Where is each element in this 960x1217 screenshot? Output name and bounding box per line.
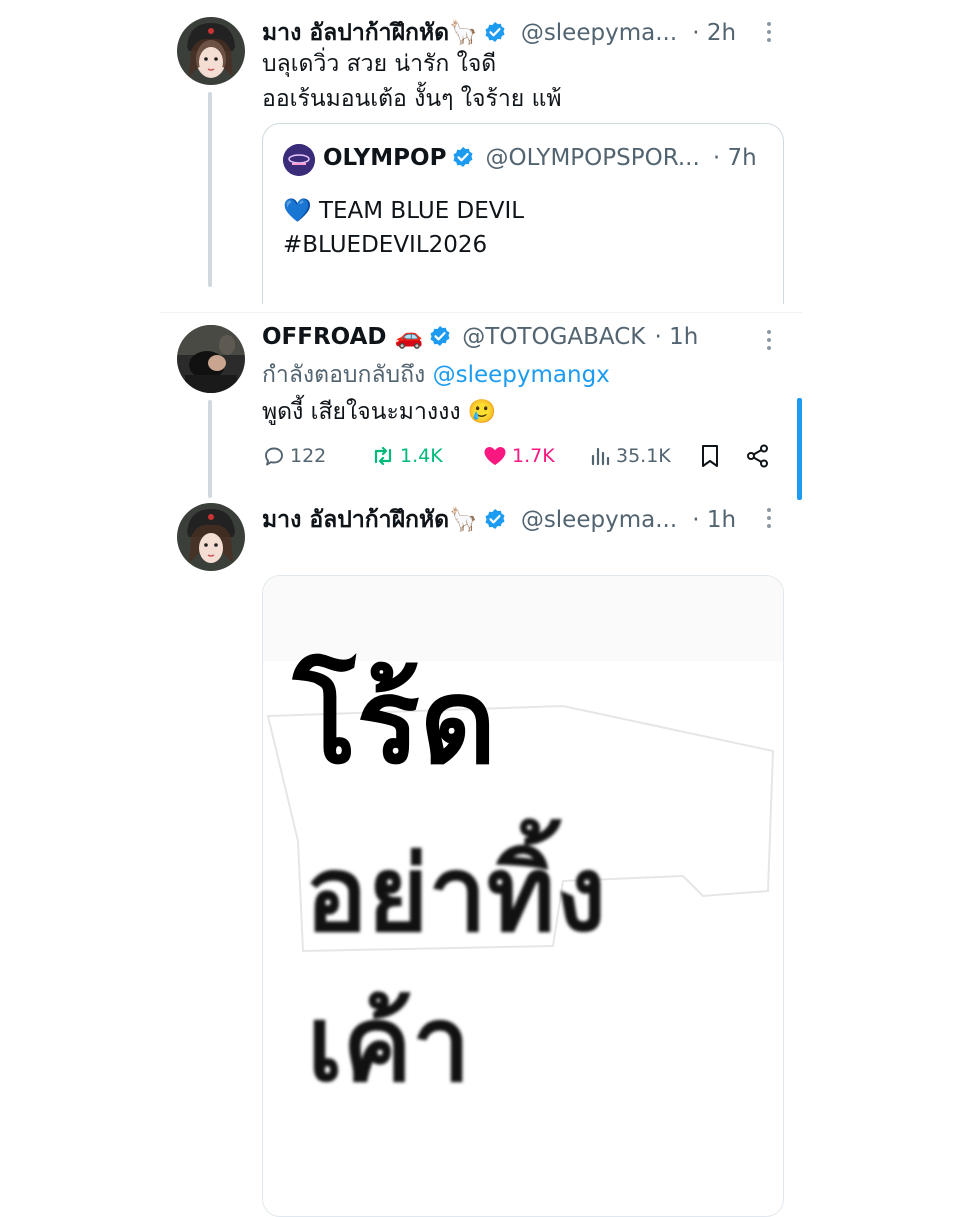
reply-to-link[interactable]: @sleepymangx	[433, 362, 610, 388]
divider	[160, 312, 802, 313]
avatar[interactable]	[177, 503, 245, 571]
quote-handle: @OLYMPOPSPOR...	[485, 145, 700, 171]
share-icon	[747, 444, 768, 468]
more-icon[interactable]	[767, 508, 773, 532]
timestamp[interactable]: · 1h	[692, 507, 736, 533]
avatar[interactable]	[177, 325, 245, 393]
thread-line	[208, 400, 212, 498]
display-name[interactable]: มาง อัลปาก้าฝึกหัด🦙	[262, 507, 478, 533]
display-name[interactable]: OFFROAD 🚗	[262, 324, 423, 350]
handle[interactable]: @sleepyma...	[521, 20, 677, 46]
image-text-line-2: อย่าทิ้ง	[305, 833, 607, 955]
image-text-line-1: โร้ด	[293, 652, 497, 790]
repost-icon	[374, 446, 392, 466]
repost-button[interactable]: 1.4K	[370, 443, 443, 469]
tweet-header: OFFROAD 🚗 @TOTOGABACK · 1h	[262, 323, 698, 350]
handle[interactable]: @sleepyma...	[521, 507, 677, 533]
quote-timestamp: · 7h	[712, 145, 757, 171]
quote-avatar	[283, 144, 315, 176]
timestamp[interactable]: · 2h	[692, 20, 736, 46]
bookmark-button[interactable]	[699, 443, 721, 469]
like-count: 1.7K	[512, 445, 555, 467]
share-button[interactable]	[745, 443, 771, 469]
verified-badge-icon	[452, 146, 474, 168]
display-name[interactable]: มาง อัลปาก้าฝึกหัด🦙	[262, 20, 478, 46]
reply-button[interactable]: 122	[262, 443, 326, 469]
avatar[interactable]	[177, 17, 245, 85]
reply-prefix: กำลังตอบกลับถึง	[262, 362, 426, 388]
quote-header: OLYMPOP @OLYMPOPSPOR... · 7h	[323, 145, 757, 171]
tweet-image[interactable]: โร้ด อย่าทิ้ง เค้า	[262, 575, 784, 1217]
tweet-text-line-2: ออเร้นมอนเต้อ งั้นๆ ใจร้าย แพ้	[262, 86, 562, 112]
tweet-header: มาง อัลปาก้าฝึกหัด🦙 @sleepyma... · 2h	[262, 15, 736, 51]
tweet-text-line-1: บลุเดวิ่ว สวย น่ารัก ใจดี	[262, 51, 497, 77]
handle[interactable]: @TOTOGABACK	[462, 324, 645, 350]
quote-text-line-2: #BLUEDEVIL2026	[283, 232, 488, 258]
quoted-tweet[interactable]: OLYMPOP @OLYMPOPSPOR... · 7h 💙 TEAM BLUE…	[262, 123, 784, 304]
image-text-line-3: เค้า	[307, 983, 471, 1105]
like-icon	[484, 447, 506, 465]
reply-count: 122	[290, 445, 327, 467]
tweet-text: พูดงี้ เสียใจนะมางงง 🥲	[262, 399, 497, 425]
more-icon[interactable]	[767, 22, 773, 46]
reply-context: กำลังตอบกลับถึง @sleepymangx	[262, 357, 610, 393]
bookmark-icon	[702, 445, 718, 467]
like-button[interactable]: 1.7K	[482, 443, 555, 469]
timestamp[interactable]: · 1h	[654, 324, 698, 350]
views-icon	[591, 447, 610, 466]
scroll-indicator[interactable]	[797, 398, 802, 500]
verified-badge-icon	[484, 508, 506, 530]
more-icon[interactable]	[767, 330, 773, 354]
verified-badge-icon	[484, 21, 506, 43]
thread-line	[208, 92, 212, 287]
verified-badge-icon	[429, 325, 451, 347]
views-button[interactable]: 35.1K	[590, 443, 671, 469]
tweet-header: มาง อัลปาก้าฝึกหัด🦙 @sleepyma... · 1h	[262, 502, 736, 538]
views-count: 35.1K	[616, 445, 671, 467]
reply-icon	[265, 447, 283, 466]
repost-count: 1.4K	[400, 445, 443, 467]
quote-display-name: OLYMPOP	[323, 145, 447, 171]
quote-text-line-1: 💙 TEAM BLUE DEVIL	[283, 198, 525, 224]
